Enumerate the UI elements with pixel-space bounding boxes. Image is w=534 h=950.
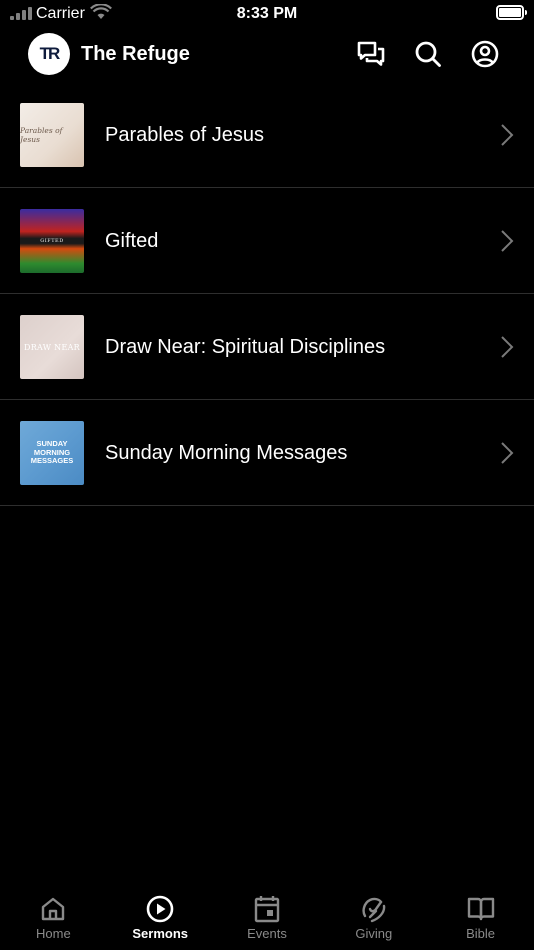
chevron-right-icon [501, 230, 514, 252]
tab-home[interactable]: Home [0, 884, 107, 950]
app-title: The Refuge [81, 43, 190, 65]
series-thumbnail: GIFTED [20, 209, 84, 273]
series-thumbnail: DRAW NEAR [20, 315, 84, 379]
profile-button[interactable] [469, 38, 501, 70]
series-thumbnail: Parables of Jesus [20, 103, 84, 167]
chevron-right-icon [501, 442, 514, 464]
messages-button[interactable] [355, 38, 387, 70]
thumbnail-text: GIFTED [40, 238, 64, 244]
tab-giving[interactable]: Giving [320, 884, 427, 950]
status-bar: Carrier 8:33 PM [0, 0, 534, 28]
tab-label: Events [247, 926, 287, 941]
tab-label: Sermons [132, 926, 189, 941]
thumbnail-text: Parables of Jesus [20, 126, 63, 144]
search-button[interactable] [412, 38, 444, 70]
list-item[interactable]: Parables of Jesus Parables of Jesus [0, 82, 534, 188]
series-title: Gifted [105, 230, 159, 252]
logo-text: TR [39, 44, 61, 63]
series-title: Draw Near: Spiritual Disciplines [105, 336, 386, 358]
chevron-right-icon [501, 336, 514, 358]
list-item[interactable]: GIFTED Gifted [0, 188, 534, 294]
tab-label: Bible [466, 926, 496, 941]
user-circle-icon [471, 40, 499, 68]
app-header: TR The Refuge [0, 30, 534, 80]
series-title: Parables of Jesus [105, 124, 264, 146]
church-logo[interactable]: TR [28, 33, 70, 75]
tab-label: Home [36, 926, 71, 941]
battery-icon [496, 5, 527, 20]
chevron-right-icon [501, 124, 514, 146]
play-circle-icon [146, 895, 174, 923]
thumbnail-text: DRAW NEAR [24, 342, 80, 352]
series-title: Sunday Morning Messages [105, 442, 348, 464]
list-item[interactable]: SUNDAY MORNING MESSAGES Sunday Morning M… [0, 400, 534, 506]
list-item[interactable]: DRAW NEAR Draw Near: Spiritual Disciplin… [0, 294, 534, 400]
tab-events[interactable]: Events [214, 884, 321, 950]
tab-bible[interactable]: Bible [427, 884, 534, 950]
search-icon [415, 41, 441, 67]
tab-sermons[interactable]: Sermons [107, 884, 214, 950]
tab-label: Giving [355, 926, 393, 941]
series-thumbnail: SUNDAY MORNING MESSAGES [20, 421, 84, 485]
tab-bar: Home Sermons Events Giving Bible [0, 884, 534, 950]
chat-bubbles-icon [357, 41, 385, 66]
status-time: 8:33 PM [236, 5, 298, 22]
thumbnail-text: SUNDAY MORNING MESSAGES [30, 439, 74, 466]
giving-icon [362, 897, 385, 923]
book-open-icon [467, 897, 494, 921]
calendar-icon [254, 896, 280, 923]
sermon-series-list: Parables of Jesus Parables of Jesus GIFT… [0, 82, 534, 506]
home-icon [42, 897, 65, 921]
